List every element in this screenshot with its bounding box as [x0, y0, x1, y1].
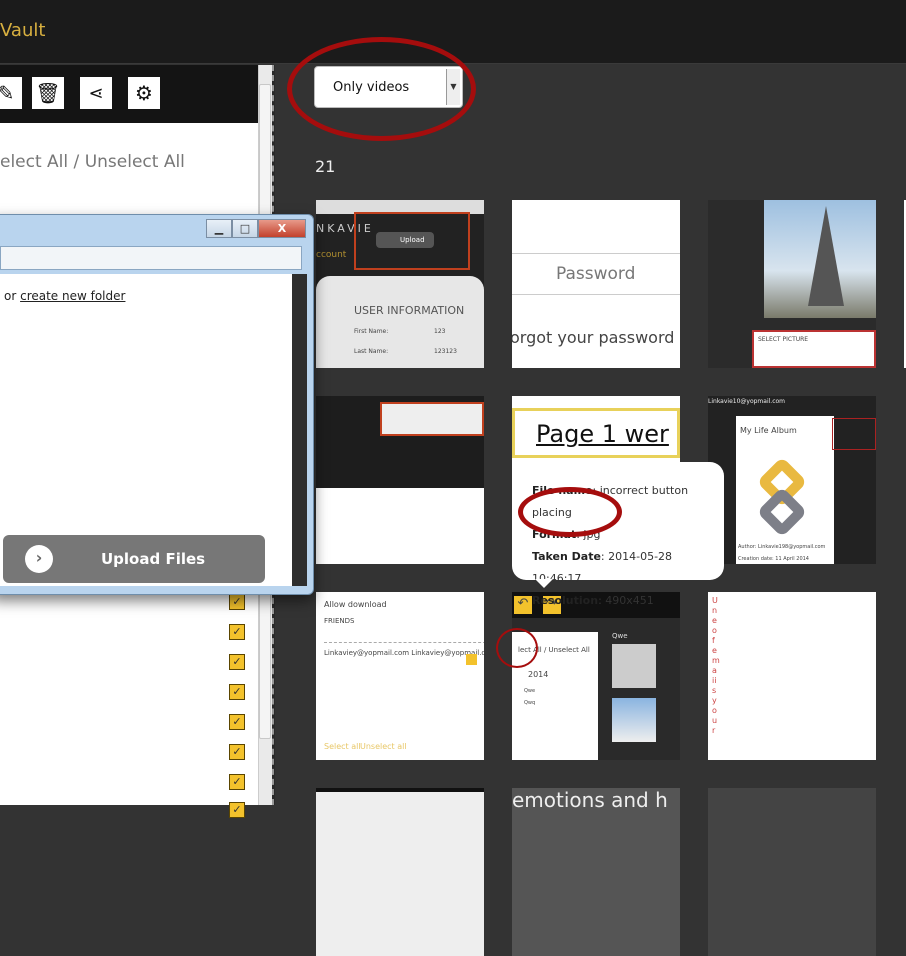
separator: / [68, 152, 85, 172]
create-folder-link[interactable]: create new folder [20, 289, 125, 303]
resolution-label: Resolution [532, 594, 599, 607]
tile-text: ccount [316, 250, 347, 260]
tile-text: Uneofemaiisyour [712, 596, 720, 735]
tile-text: orgot your password [512, 328, 675, 347]
minimize-button[interactable]: ▁ [206, 219, 232, 238]
annotation-ellipse [518, 487, 622, 537]
tile-text: Password [556, 264, 636, 284]
tile-text: FRIENDS [324, 617, 355, 625]
tile-text: Linkaviey@yopmail.com Linkaviey@yopmail.… [324, 642, 484, 657]
annotation-ellipse [287, 37, 476, 141]
tile-text: Creation date: 11 April 2014 [738, 556, 809, 562]
tile-text: 123123 [434, 348, 457, 355]
checkbox[interactable]: ✓ [229, 654, 245, 670]
annotation-ellipse [496, 628, 538, 668]
select-all-link[interactable]: elect All [0, 152, 68, 172]
close-icon: X [277, 222, 287, 235]
checkbox[interactable]: ✓ [229, 594, 245, 610]
tile-text: Linkavie10@yopmail.com [708, 398, 786, 405]
date-label: Taken Date [532, 550, 601, 563]
tile-text: Qwq [524, 700, 536, 706]
undo-icon: ↶ [514, 596, 532, 614]
tile-text: 2014 [528, 670, 549, 679]
dialog-scrollbar[interactable] [292, 274, 307, 586]
delete-button[interactable]: 🗑 [32, 77, 64, 109]
tile-text: SELECT PICTURE [752, 330, 876, 368]
tile-text: 123 [434, 328, 446, 335]
toolbar: ✎ 🗑 ⋖ ⚙ [0, 65, 258, 123]
or-text: or [4, 289, 21, 303]
tile-text: Qwe [612, 632, 628, 640]
minimize-icon: ▁ [214, 222, 224, 235]
upload-files-label: Upload Files [101, 550, 206, 568]
unselect-all-link[interactable]: Unselect All [85, 152, 185, 172]
share-icon: ⋖ [88, 82, 104, 104]
gallery-tile[interactable] [316, 396, 484, 564]
maximize-icon: □ [239, 222, 251, 235]
trash-icon: 🗑 [35, 81, 61, 105]
tile-text: Allow download [324, 600, 387, 609]
tooltip-arrow [535, 579, 553, 588]
chevron-right-icon: › [25, 545, 53, 573]
close-button[interactable]: X [258, 219, 306, 238]
gallery-tile[interactable]: NKAVIE Upload ccount USER INFORMATION Fi… [316, 200, 484, 368]
tile-text: My Life Album [740, 426, 797, 435]
tile-text: Unselect all [360, 742, 407, 751]
app-title: Vault [0, 20, 46, 41]
gallery-tile[interactable]: SELECT PICTURE [708, 200, 876, 368]
checkbox[interactable]: ✓ [229, 744, 245, 760]
tile-text: Select all [324, 742, 361, 751]
upload-files-button[interactable]: › Upload Files [3, 535, 265, 583]
gallery-tile[interactable]: Allow download FRIENDS Linkaviey@yopmail… [316, 592, 484, 760]
share-button[interactable]: ⋖ [80, 77, 112, 109]
tile-text: Last Name: [354, 348, 389, 355]
dialog-address-bar[interactable] [0, 246, 302, 270]
item-count: 21 [315, 157, 336, 176]
checkbox[interactable]: ✓ [229, 802, 245, 818]
gallery-tile[interactable] [316, 788, 484, 956]
tile-text: Author: Linkavie198@yopmail.com [738, 544, 826, 550]
gallery-tile[interactable]: Linkavie10@yopmail.com My Life Album Aut… [708, 396, 876, 564]
settings-icon: ⚙ [135, 81, 153, 105]
gallery-tile[interactable]: ↶ ↷ lect All / Unselect All 2014 Qwe Qwq… [512, 592, 680, 760]
checkbox[interactable]: ✓ [229, 624, 245, 640]
select-links: elect All / Unselect All [0, 152, 185, 172]
gallery-tile[interactable]: Uneofemaiisyour [708, 592, 876, 760]
tile-text: Page 1 wer [536, 420, 669, 448]
tile-text: Upload [376, 232, 434, 248]
checkbox[interactable]: ✓ [229, 684, 245, 700]
maximize-button[interactable]: □ [232, 219, 258, 238]
checkbox[interactable]: ✓ [229, 774, 245, 790]
checkbox[interactable]: ✓ [229, 714, 245, 730]
edit-button[interactable]: ✎ [0, 77, 22, 109]
gallery-tile[interactable]: Password orgot your password [512, 200, 680, 368]
settings-button[interactable]: ⚙ [128, 77, 160, 109]
gallery-tile[interactable] [708, 788, 876, 956]
tile-text: USER INFORMATION [354, 304, 465, 317]
tile-text: First Name: [354, 328, 389, 335]
gallery-tile[interactable]: emotions and h [512, 788, 680, 956]
resolution-value: 490x451 [605, 594, 654, 607]
tile-text: emotions and h [512, 788, 668, 812]
tile-text: Qwe [524, 688, 536, 694]
edit-icon: ✎ [0, 81, 15, 105]
